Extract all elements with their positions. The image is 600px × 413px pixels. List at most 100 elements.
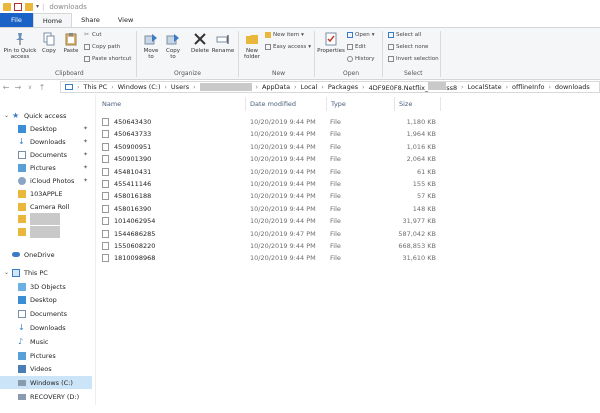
breadcrumb-this-pc[interactable]: This PC [83,83,107,91]
move-to-button[interactable]: Move to [141,32,161,60]
column-divider[interactable] [440,97,441,111]
folder-icon [18,202,26,211]
file-row[interactable]: 1550608220 10/20/2019 9:44 PM File 668,853 … [100,240,440,252]
copy-button[interactable]: Copy [40,32,58,54]
file-name: 1544686285 [114,229,156,238]
file-row[interactable]: 455411146 10/20/2019 9:44 PM File 155 KB [100,178,440,190]
properties-button[interactable]: Properties [317,32,345,54]
sidebar-item-pictures[interactable]: Pictures ✦ [0,161,92,174]
desktop-icon [18,295,26,304]
sidebar-item-music[interactable]: ♪ Music [0,335,92,348]
sidebar-item-3d-objects[interactable]: 3D Objects [0,280,92,293]
column-divider[interactable] [394,97,395,111]
file-icon [102,118,109,126]
pin-icon: ✦ [82,177,88,184]
column-header-size[interactable]: Size [399,100,412,108]
qat-dropdown-icon[interactable]: ▾ [36,3,39,10]
breadcrumb-downloads[interactable]: downloads [555,83,590,91]
address-bar[interactable]: › This PC › Windows (C:) › Users › › App… [60,81,600,93]
delete-x-icon [194,33,206,45]
sidebar-item-pc-pictures[interactable]: Pictures [0,349,92,362]
file-row[interactable]: 454810431 10/20/2019 9:44 PM File 61 KB [100,166,440,178]
edit-button[interactable]: Edit [347,44,366,50]
file-row[interactable]: 450900951 10/20/2019 9:44 PM File 1,016 KB [100,141,440,153]
sidebar-item-redacted-1[interactable] [0,213,92,225]
sidebar-item-pc-documents[interactable]: Documents [0,307,92,320]
breadcrumb-netflix[interactable]: 4DF9E0F8.Netflix_ ss8 [369,82,457,92]
tab-home[interactable]: Home [32,13,73,27]
sidebar-onedrive[interactable]: OneDrive [0,248,92,261]
file-row[interactable]: 1810098968 10/20/2019 9:44 PM File 31,610 K… [100,252,440,264]
sidebar-label: Downloads [30,323,66,332]
file-row[interactable]: 450643733 10/20/2019 9:44 PM File 1,964 KB [100,128,440,140]
sidebar-item-windows-c[interactable]: Windows (C:) [0,376,92,389]
breadcrumb-offlineinfo[interactable]: offlineInfo [512,83,545,91]
sidebar-item-documents[interactable]: Documents ✦ [0,148,92,161]
new-folder-quick-icon[interactable] [25,2,33,11]
breadcrumb-windows-c[interactable]: Windows (C:) [118,83,161,91]
up-arrow-icon[interactable]: ↑ [36,83,48,92]
recent-chevron-icon[interactable]: ∨ [24,84,36,91]
sidebar-item-desktop[interactable]: Desktop ✦ [0,122,92,135]
rename-button[interactable]: Rename [212,32,234,54]
file-row[interactable]: 1014062954 10/20/2019 9:44 PM File 31,977 K… [100,215,440,227]
cut-button[interactable]: ✂ Cut [84,32,101,39]
open-button[interactable]: Open ▾ [347,32,374,38]
file-row[interactable]: 450643430 10/20/2019 9:44 PM File 1,180 KB [100,116,440,128]
back-arrow-icon[interactable]: ← [0,83,12,92]
sidebar-item-videos[interactable]: Videos [0,362,92,375]
breadcrumb-local[interactable]: Local [301,83,318,91]
sidebar-item-pc-desktop[interactable]: Desktop [0,293,92,306]
redacted-folder-name [30,213,60,225]
file-row[interactable]: 450901390 10/20/2019 9:44 PM File 2,064 KB [100,153,440,165]
file-date: 10/20/2019 9:44 PM [250,217,316,226]
breadcrumb-localstate[interactable]: LocalState [468,83,502,91]
breadcrumb-separator: › [505,83,508,91]
pane-divider[interactable] [95,95,96,413]
select-none-button[interactable]: Select none [388,44,428,50]
file-type: File [330,118,341,126]
column-header-name[interactable]: Name [102,100,121,108]
clipboard-group-label: Clipboard [55,70,84,77]
sidebar-this-pc[interactable]: ⌄ This PC [0,266,92,279]
delete-button[interactable]: Delete [189,32,211,54]
history-button[interactable]: History [347,56,375,62]
paste-button[interactable]: Paste [62,32,80,54]
tab-file[interactable]: File [0,13,33,27]
new-item-button[interactable]: New item ▾ [265,32,304,38]
open-group-label: Open [343,70,360,77]
file-icon [102,155,109,164]
breadcrumb-packages[interactable]: Packages [328,83,358,91]
sidebar-item-downloads[interactable]: ↓ Downloads ✦ [0,135,92,148]
properties-quick-icon[interactable] [14,2,22,11]
sidebar-label: iCloud Photos [30,176,75,185]
sidebar-item-icloud-photos[interactable]: iCloud Photos ✦ [0,174,92,187]
sidebar-item-recovery-d[interactable]: RECOVERY (D:) [0,390,92,403]
breadcrumb-appdata[interactable]: AppData [262,83,290,91]
sidebar-item-103apple[interactable]: 103APPLE [0,187,92,200]
sidebar-quick-access[interactable]: ⌄ ★ Quick access [0,109,92,122]
file-row[interactable]: 458016188 10/20/2019 9:44 PM File 57 KB [100,190,440,202]
breadcrumb-users[interactable]: Users [171,83,189,91]
sidebar-item-redacted-2[interactable] [0,225,92,238]
select-all-button[interactable]: Select all [388,32,421,38]
copy-to-button[interactable]: Copy to [163,32,183,60]
paste-shortcut-button[interactable]: Paste shortcut [84,56,131,62]
column-header-type[interactable]: Type [331,100,346,108]
file-row[interactable]: 1544686285 10/20/2019 9:47 PM File 587,042 … [100,228,440,240]
copy-path-button[interactable]: Copy path [84,44,120,50]
sidebar-item-camera-roll[interactable]: Camera Roll [0,200,92,213]
file-row[interactable]: 458016390 10/20/2019 9:44 PM File 148 KB [100,203,440,215]
sidebar-label: Desktop [30,295,57,304]
tab-view[interactable]: View [109,13,142,27]
column-header-date[interactable]: Date modified [250,100,296,108]
column-divider[interactable] [245,97,246,111]
tab-share[interactable]: Share [72,13,109,27]
pin-to-quick-access-button[interactable]: Pin to Quick access [3,32,37,60]
forward-arrow-icon[interactable]: → [12,83,24,92]
column-divider[interactable] [326,97,327,111]
easy-access-button[interactable]: Easy access ▾ [265,44,311,50]
sidebar-item-pc-downloads[interactable]: ↓ Downloads [0,321,92,334]
invert-selection-button[interactable]: Invert selection [388,56,439,62]
new-folder-button[interactable]: New folder [242,32,262,60]
